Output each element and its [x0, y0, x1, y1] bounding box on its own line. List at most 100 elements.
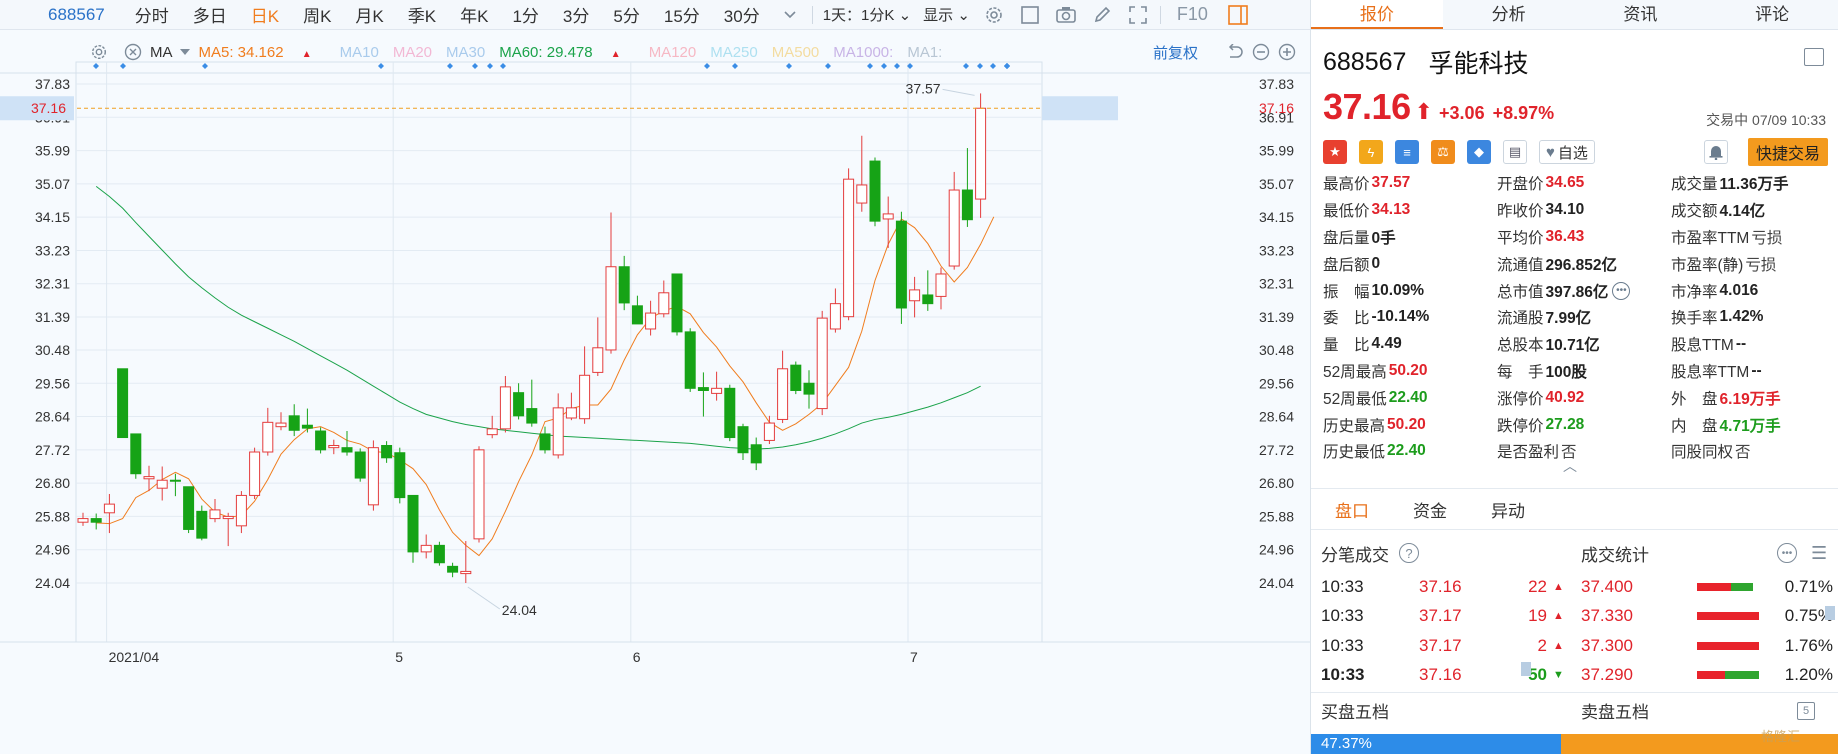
indicator-type-label[interactable]: MA — [150, 44, 173, 61]
checkbox-square-icon[interactable] — [1019, 4, 1041, 26]
y-tick-label-right: 29.56 — [1259, 375, 1294, 391]
stat-cell: 历史最高 50.20 — [1323, 414, 1497, 436]
candle-body-up — [156, 479, 168, 489]
y-tick-label-left: 32.31 — [35, 276, 70, 292]
chevron-down-icon[interactable] — [779, 4, 801, 26]
zoom-out-icon[interactable] — [1250, 41, 1272, 63]
more-options-icon[interactable]: ••• — [1612, 281, 1631, 300]
stat-cell: 平均价 36.43 — [1497, 226, 1671, 248]
stat-value: 27.28 — [1545, 415, 1585, 433]
candle-body-up — [948, 189, 960, 267]
display-dropdown[interactable]: 显示 ⌄ — [917, 4, 976, 25]
ma-settings-gear-icon[interactable] — [88, 41, 110, 63]
scroll-indicator[interactable] — [1521, 662, 1531, 676]
volume-share-bar — [1697, 582, 1759, 591]
scale-icon[interactable]: ⚖ — [1431, 140, 1455, 164]
help-question-icon[interactable]: ? — [1399, 543, 1419, 563]
china-flag-icon[interactable]: ★ — [1323, 140, 1347, 164]
stat-value: 100股 — [1545, 363, 1587, 381]
quick-trade-button[interactable]: 快捷交易 — [1747, 138, 1828, 166]
ma5-label: MA5: 34.162 — [198, 43, 284, 61]
menu-lines-icon[interactable]: ☰ — [1811, 543, 1827, 564]
range-dropdown[interactable]: 1天：1分K ⌄ — [817, 4, 917, 25]
stat-value: 50.20 — [1387, 415, 1426, 433]
stat-value: 22.40 — [1387, 442, 1426, 460]
note-icon[interactable]: ▤ — [1503, 140, 1527, 164]
stat-cell: 是否盈利否 — [1497, 440, 1671, 462]
stat-value: -- — [1751, 361, 1762, 379]
candle-body-down — [895, 220, 907, 309]
pencil-draw-icon[interactable] — [1091, 4, 1113, 26]
period-tab-yearly[interactable]: 年K — [448, 2, 500, 27]
kline-chart[interactable]: 37.8337.8336.9136.9135.9935.9935.0735.07… — [0, 30, 1310, 754]
more-options-icon[interactable]: ••• — [1777, 543, 1797, 563]
candle-body-down — [618, 266, 630, 304]
tick-price: 37.16 — [1419, 665, 1462, 685]
fullscreen-icon[interactable] — [1127, 4, 1149, 26]
ma5-value: MA5: 34.162 ▲ — [199, 44, 326, 61]
tab-comments[interactable]: 评论 — [1706, 0, 1838, 29]
subtab-capital[interactable]: 资金 — [1413, 497, 1447, 522]
kline-chart-area[interactable]: 37.8337.8336.9136.9135.9935.9935.0735.07… — [0, 30, 1310, 754]
watermark-logo: 格隆汇 — [1761, 729, 1801, 744]
volume-share-bar — [1697, 641, 1759, 650]
tab-analysis[interactable]: 分析 — [1443, 0, 1575, 29]
subtab-orderbook[interactable]: 盘口 — [1335, 497, 1369, 522]
period-tab-15min[interactable]: 15分 — [652, 2, 712, 27]
period-tab-multiday[interactable]: 多日 — [181, 2, 239, 27]
stock-tags-row: ★ ϟ ≡ ⚖ ◆ ▤ ♥ 自选 快捷交易 — [1323, 138, 1828, 166]
period-tab-weekly[interactable]: 周K — [291, 2, 343, 27]
candle-body-up — [777, 368, 789, 420]
candle-body-up — [935, 273, 947, 297]
candle-body-up — [420, 544, 432, 553]
period-tab-30min[interactable]: 30分 — [712, 2, 772, 27]
period-tab-daily[interactable]: 日K — [239, 2, 291, 27]
f10-button[interactable]: F10 — [1165, 4, 1220, 25]
tick-time: 10:33 — [1321, 606, 1364, 626]
five-level-icon[interactable]: 5 — [1797, 701, 1815, 720]
subtab-unusual[interactable]: 异动 — [1491, 497, 1525, 522]
chevron-down-icon[interactable] — [179, 41, 191, 63]
tab-quote[interactable]: 报价 — [1311, 0, 1443, 29]
period-tab-1min[interactable]: 1分 — [500, 2, 550, 27]
period-tab-3min[interactable]: 3分 — [551, 2, 601, 27]
period-tab-monthly[interactable]: 月K — [343, 2, 395, 27]
zoom-in-icon[interactable] — [1276, 41, 1298, 63]
close-circle-icon[interactable] — [122, 41, 144, 63]
undo-icon[interactable] — [1224, 41, 1246, 63]
chevron-down-icon: ⌄ — [957, 7, 970, 24]
stat-label: 量 比 — [1323, 337, 1370, 355]
candle-body-up — [222, 515, 234, 520]
collapse-panel-icon[interactable] — [1804, 48, 1824, 66]
tag-icon[interactable]: ◆ — [1467, 140, 1491, 164]
y-tick-label-left: 28.64 — [35, 409, 70, 425]
tab-news[interactable]: 资讯 — [1575, 0, 1707, 29]
ma-legend-bar: MA MA5: 34.162 ▲ MA10 MA20 MA30 MA60: 29… — [0, 30, 1310, 74]
period-tab-quarterly[interactable]: 季K — [396, 2, 448, 27]
candle-body-up — [103, 503, 115, 514]
adjust-mode-button[interactable]: 前复权 — [1153, 42, 1198, 63]
period-tab-intraday[interactable]: 分时 — [123, 2, 181, 27]
period-tab-5min[interactable]: 5分 — [601, 2, 651, 27]
stat-cell: 流通值 296.852亿 — [1497, 253, 1671, 275]
bell-alert-icon[interactable] — [1704, 140, 1728, 164]
camera-icon[interactable] — [1055, 4, 1077, 26]
chevron-up-icon[interactable]: ︿ — [1563, 456, 1577, 476]
tick-row: 10:33 37.16 50 ▼ 37.290 1.20% — [1311, 661, 1838, 691]
panel-toggle-icon[interactable] — [1227, 4, 1249, 26]
stat-label: 跌停价 — [1497, 417, 1544, 435]
heart-icon: ♥ — [1546, 143, 1555, 161]
lightning-icon[interactable]: ϟ — [1359, 140, 1383, 164]
stat-value: 34.65 — [1545, 174, 1585, 192]
stat-value: 22.40 — [1388, 388, 1428, 406]
settings-gear-icon[interactable] — [983, 4, 1005, 26]
stat-value: 4.49 — [1371, 335, 1402, 353]
database-icon[interactable]: ≡ — [1395, 140, 1419, 164]
scroll-indicator[interactable] — [1825, 606, 1835, 620]
add-watchlist-button[interactable]: ♥ 自选 — [1539, 140, 1595, 164]
candle-body-down — [513, 392, 525, 417]
y-tick-label-right: 28.64 — [1259, 409, 1294, 425]
y-tick-label-left: 24.96 — [35, 542, 70, 558]
stat-label: 昨收价 — [1497, 203, 1544, 221]
stats-row: 振 幅 10.09% 总市值 397.86亿 ••• 市净率 4.016 — [1323, 277, 1833, 304]
